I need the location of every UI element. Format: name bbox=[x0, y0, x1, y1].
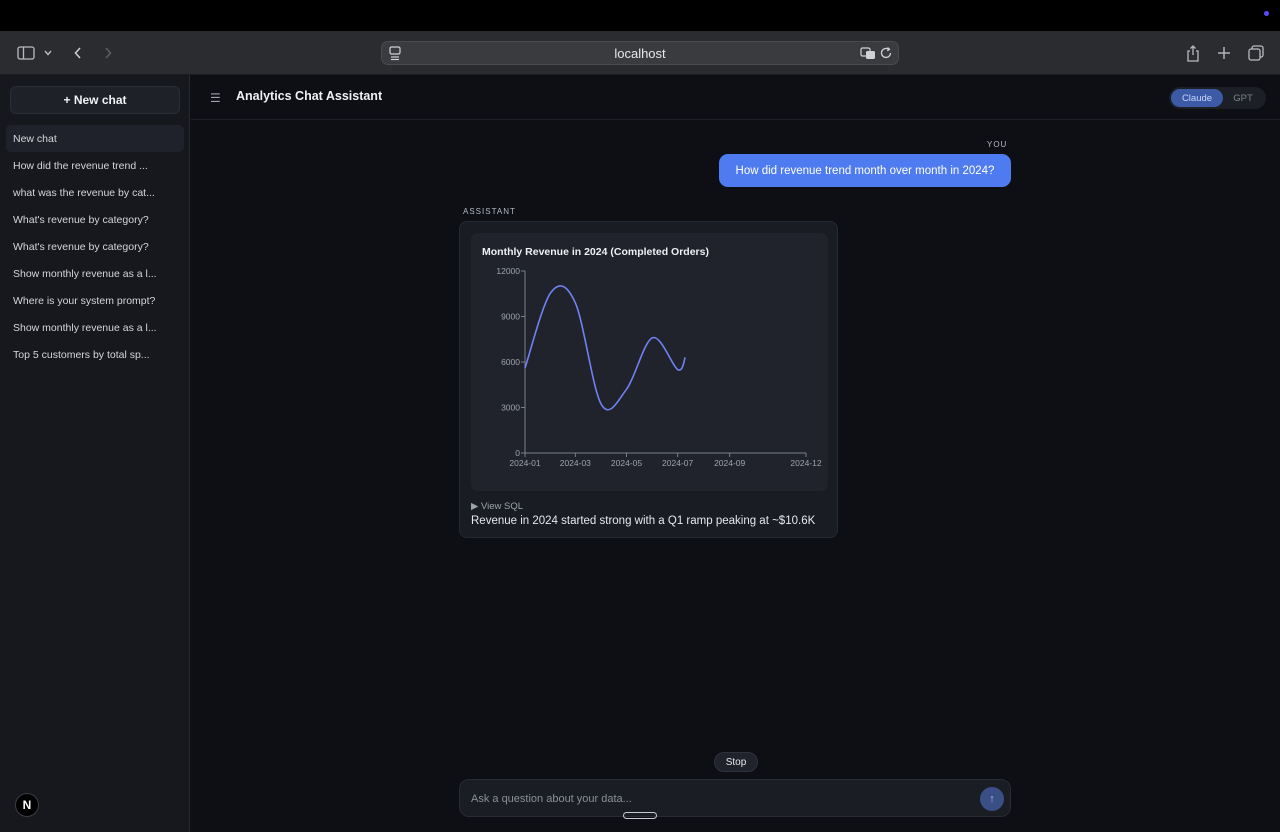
chat-history-item[interactable]: Show monthly revenue as a l... bbox=[6, 314, 184, 341]
model-toggle[interactable]: Claude GPT bbox=[1169, 87, 1266, 109]
new-tab-icon[interactable] bbox=[1212, 41, 1236, 65]
y-tick-label: 12000 bbox=[496, 266, 520, 276]
x-tick-label: 2024-01 bbox=[509, 458, 540, 468]
menu-icon[interactable]: ☰ bbox=[210, 91, 221, 105]
user-message: How did revenue trend month over month i… bbox=[719, 154, 1011, 187]
address-bar[interactable]: localhost bbox=[381, 41, 899, 65]
main-panel: ☰ Analytics Chat Assistant Claude GPT YO… bbox=[191, 75, 1280, 832]
chat-history-item[interactable]: New chat bbox=[6, 125, 184, 152]
back-icon[interactable] bbox=[66, 41, 90, 65]
chat-input[interactable] bbox=[471, 789, 951, 809]
assistant-answer-text: Revenue in 2024 started strong with a Q1… bbox=[471, 515, 816, 527]
x-tick-label: 2024-09 bbox=[714, 458, 745, 468]
x-tick-label: 2024-07 bbox=[662, 458, 693, 468]
translate-icon[interactable] bbox=[860, 45, 876, 64]
chat-history-item[interactable]: What's revenue by category? bbox=[6, 206, 184, 233]
sidebar-toggle-icon[interactable] bbox=[14, 41, 38, 65]
model-option-claude[interactable]: Claude bbox=[1171, 89, 1223, 107]
page-title: Analytics Chat Assistant bbox=[236, 89, 383, 103]
revenue-line-chart: 0 3000 6000 9000 12000 2024-01 2024-03 2024-05 2… bbox=[496, 266, 822, 468]
chat-history-item[interactable]: Top 5 customers by total sp... bbox=[6, 341, 184, 368]
assistant-label: ASSISTANT bbox=[463, 207, 516, 216]
y-tick-label: 0 bbox=[515, 448, 520, 458]
status-dot bbox=[1264, 11, 1269, 16]
chart-container: Monthly Revenue in 2024 (Completed Order… bbox=[471, 233, 828, 491]
header: ☰ Analytics Chat Assistant Claude GPT bbox=[191, 75, 1280, 120]
stop-button[interactable]: Stop bbox=[714, 752, 758, 772]
you-label: YOU bbox=[987, 140, 1008, 149]
send-button[interactable]: ↑ bbox=[980, 787, 1004, 811]
chat-history-item[interactable]: What's revenue by category? bbox=[6, 233, 184, 260]
chat-history-item[interactable]: Where is your system prompt? bbox=[6, 287, 184, 314]
sidebar: + New chat New chat How did the revenue … bbox=[0, 75, 190, 832]
model-option-gpt[interactable]: GPT bbox=[1223, 89, 1263, 107]
x-tick-label: 2024-05 bbox=[611, 458, 642, 468]
arrow-up-icon: ↑ bbox=[989, 793, 995, 805]
assistant-message-card: Monthly Revenue in 2024 (Completed Order… bbox=[459, 221, 838, 538]
browser-toolbar: localhost bbox=[0, 31, 1280, 75]
chat-history-item[interactable]: How did the revenue trend ... bbox=[6, 152, 184, 179]
chat-history-list: New chat How did the revenue trend ... w… bbox=[6, 125, 184, 368]
y-tick-label: 9000 bbox=[501, 312, 520, 322]
home-indicator bbox=[623, 812, 657, 819]
chat-history-item[interactable]: Show monthly revenue as a l... bbox=[6, 260, 184, 287]
x-tick-label: 2024-03 bbox=[560, 458, 591, 468]
y-tick-label: 3000 bbox=[501, 403, 520, 413]
os-top-strip bbox=[0, 0, 1280, 31]
share-icon[interactable] bbox=[1181, 41, 1205, 65]
nextjs-logo[interactable]: N bbox=[15, 793, 39, 817]
chat-history-item[interactable]: what was the revenue by cat... bbox=[6, 179, 184, 206]
revenue-series-line bbox=[524, 285, 686, 411]
tab-overview-icon[interactable] bbox=[1244, 41, 1268, 65]
page-settings-icon[interactable] bbox=[388, 45, 402, 64]
x-tick-label: 2024-12 bbox=[790, 458, 821, 468]
chat-composer: ↑ bbox=[459, 779, 1011, 817]
forward-icon[interactable] bbox=[96, 41, 120, 65]
reload-icon[interactable] bbox=[878, 45, 894, 64]
view-sql-toggle[interactable]: ▶ View SQL bbox=[471, 501, 523, 512]
url-text: localhost bbox=[614, 45, 666, 61]
chevron-down-icon[interactable] bbox=[38, 41, 58, 65]
y-tick-label: 6000 bbox=[501, 357, 520, 367]
new-chat-button[interactable]: + New chat bbox=[10, 86, 180, 114]
